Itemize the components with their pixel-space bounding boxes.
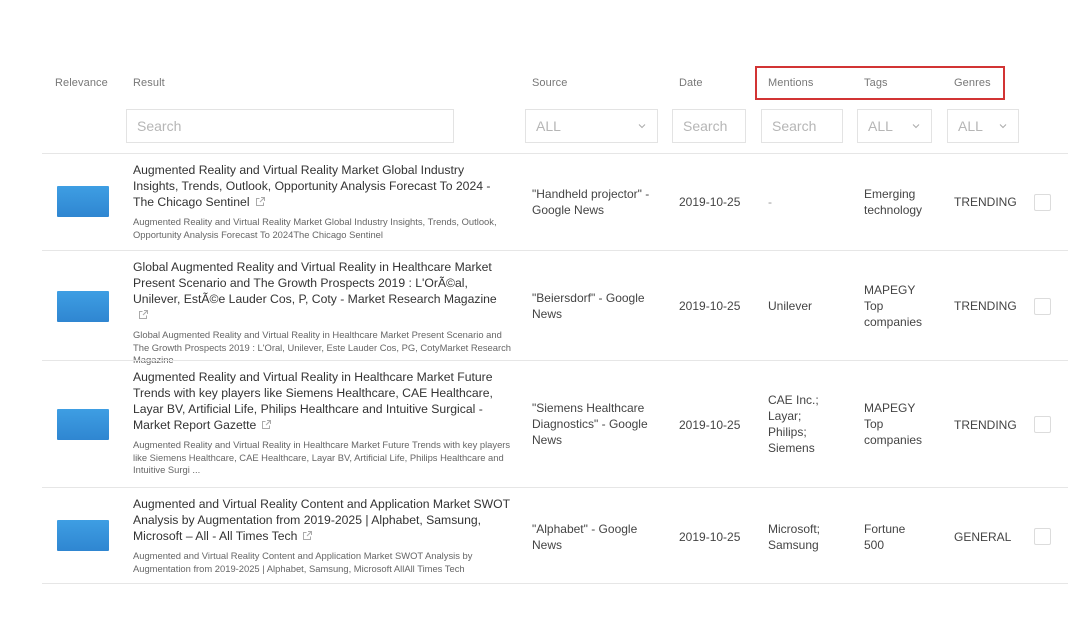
source-cell: "Siemens Healthcare Diagnostics" - Googl… (532, 401, 648, 447)
external-link-icon[interactable] (255, 196, 266, 207)
source-cell: "Handheld projector" - Google News (532, 187, 650, 217)
mentions-cell: Microsoft; Samsung (768, 522, 821, 552)
external-link-icon[interactable] (138, 309, 149, 320)
date-search-field[interactable] (672, 109, 746, 143)
result-snippet: Augmented Reality and Virtual Reality Ma… (133, 216, 497, 240)
result-title-link[interactable]: Augmented Reality and Virtual Reality Ma… (133, 162, 511, 210)
mentions-search-field[interactable] (761, 109, 843, 143)
result-cell: Augmented and Virtual Reality Content an… (133, 496, 511, 575)
row-select-checkbox[interactable] (1034, 416, 1051, 433)
source-select[interactable]: ALL (525, 109, 658, 143)
row-select-checkbox[interactable] (1034, 298, 1051, 315)
table-row: Augmented Reality and Virtual Reality Ma… (42, 153, 1068, 250)
tags-select[interactable]: ALL (857, 109, 932, 143)
relevance-bar (57, 520, 109, 551)
mentions-cell: - (768, 195, 772, 209)
relevance-bar (57, 291, 109, 322)
result-title-text[interactable]: Augmented Reality and Virtual Reality in… (133, 370, 493, 432)
date-cell: 2019-10-25 (679, 299, 741, 313)
date-cell: 2019-10-25 (679, 418, 741, 432)
relevance-bar (57, 409, 109, 440)
column-header-result[interactable]: Result (133, 77, 165, 89)
result-cell: Global Augmented Reality and Virtual Rea… (133, 259, 511, 367)
table-row: Augmented and Virtual Reality Content an… (42, 487, 1068, 584)
date-search-input[interactable] (683, 118, 735, 134)
relevance-bar (57, 186, 109, 217)
genres-cell: TRENDING (954, 299, 1017, 313)
table-row: Global Augmented Reality and Virtual Rea… (42, 250, 1068, 365)
tags-cell: MAPEGY Top companies (864, 283, 923, 329)
tags-cell: Emerging technology (864, 187, 923, 217)
table-row: Augmented Reality and Virtual Reality in… (42, 360, 1068, 487)
result-title-text[interactable]: Augmented and Virtual Reality Content an… (133, 497, 510, 543)
column-header-source[interactable]: Source (532, 77, 567, 89)
date-cell: 2019-10-25 (679, 530, 741, 544)
row-select-checkbox[interactable] (1034, 528, 1051, 545)
chevron-down-icon (999, 124, 1007, 129)
tags-cell: MAPEGY Top companies (864, 401, 923, 447)
column-header-relevance[interactable]: Relevance (55, 77, 108, 89)
result-search-field[interactable] (126, 109, 454, 143)
genres-cell: TRENDING (954, 195, 1017, 209)
result-title-link[interactable]: Augmented and Virtual Reality Content an… (133, 496, 511, 544)
mentions-cell: CAE Inc.; Layar; Philips; Siemens (768, 393, 819, 455)
table-header: Relevance Result Source Date Mentions Ta… (0, 0, 1086, 100)
genres-select[interactable]: ALL (947, 109, 1019, 143)
result-cell: Augmented Reality and Virtual Reality in… (133, 369, 511, 477)
tags-cell: Fortune 500 (864, 522, 906, 552)
genres-cell: GENERAL (954, 530, 1012, 544)
mentions-cell: Unilever (768, 299, 813, 313)
source-cell: "Alphabet" - Google News (532, 522, 638, 552)
result-search-input[interactable] (137, 118, 443, 134)
mentions-search-input[interactable] (772, 118, 832, 134)
result-title-link[interactable]: Augmented Reality and Virtual Reality in… (133, 369, 511, 433)
tags-select-value: ALL (868, 118, 893, 134)
highlight-annotation-box (755, 66, 1005, 100)
column-header-date[interactable]: Date (679, 77, 703, 89)
genres-select-value: ALL (958, 118, 983, 134)
external-link-icon[interactable] (302, 530, 313, 541)
result-snippet: Augmented and Virtual Reality Content an… (133, 550, 473, 574)
result-title-link[interactable]: Global Augmented Reality and Virtual Rea… (133, 259, 511, 323)
result-title-text[interactable]: Global Augmented Reality and Virtual Rea… (133, 260, 497, 306)
genres-cell: TRENDING (954, 418, 1017, 432)
result-cell: Augmented Reality and Virtual Reality Ma… (133, 162, 511, 241)
date-cell: 2019-10-25 (679, 195, 741, 209)
result-snippet: Augmented Reality and Virtual Reality in… (133, 439, 511, 476)
chevron-down-icon (912, 124, 920, 129)
row-select-checkbox[interactable] (1034, 194, 1051, 211)
source-cell: "Beiersdorf" - Google News (532, 291, 645, 321)
external-link-icon[interactable] (261, 419, 272, 430)
source-select-value: ALL (536, 118, 561, 134)
chevron-down-icon (638, 124, 646, 129)
result-title-text[interactable]: Augmented Reality and Virtual Reality Ma… (133, 163, 490, 209)
